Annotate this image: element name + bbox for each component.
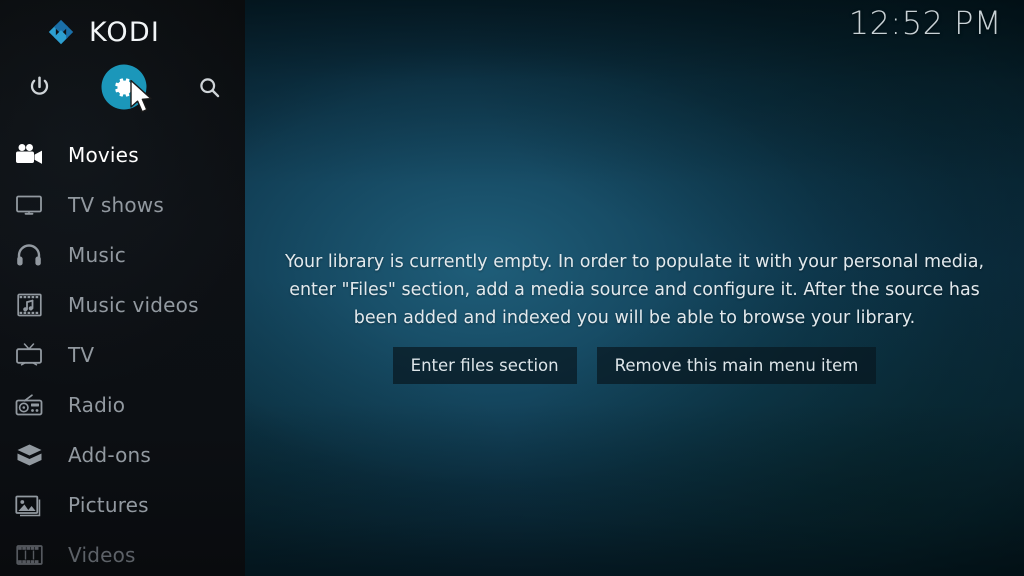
sidebar-item-movies[interactable]: Movies (0, 130, 245, 180)
sidebar-item-label: Music (68, 243, 126, 267)
sidebar-item-label: Add-ons (68, 443, 152, 467)
sidebar-item-label: Pictures (68, 493, 149, 517)
music-video-icon (12, 290, 46, 320)
empty-library-message: Your library is currently empty. In orde… (284, 252, 985, 328)
sidebar-item-label: TV shows (68, 193, 164, 217)
film-strip-icon (12, 540, 46, 570)
picture-icon (12, 490, 46, 520)
enter-files-section-button[interactable]: Enter files section (392, 347, 577, 384)
empty-library-actions: Enter files section Remove this main men… (392, 347, 877, 384)
sidebar-item-tv-shows[interactable]: TV shows (0, 180, 245, 230)
sidebar-item-radio[interactable]: Radio (0, 380, 245, 430)
sidebar-item-music[interactable]: Music (0, 230, 245, 280)
power-button[interactable] (14, 62, 64, 112)
gear-icon (112, 75, 137, 100)
remove-main-menu-item-button[interactable]: Remove this main menu item (596, 347, 877, 384)
kodi-logo-icon (46, 17, 76, 47)
sidebar-menu: Movies TV shows Music Music videos TV Ra… (0, 130, 245, 576)
search-button[interactable] (184, 62, 234, 112)
sidebar-item-label: Videos (68, 543, 136, 567)
empty-library-panel: Your library is currently empty. In orde… (245, 248, 1024, 384)
sidebar: KODI Movies TV shows Music Music videos … (0, 0, 245, 576)
main-content: Your library is currently empty. In orde… (245, 0, 1024, 576)
sidebar-item-label: Movies (68, 143, 139, 167)
sidebar-item-videos[interactable]: Videos (0, 530, 245, 576)
top-action-row (0, 62, 245, 114)
brand-name: KODI (89, 16, 161, 48)
sidebar-item-add-ons[interactable]: Add-ons (0, 430, 245, 480)
headphones-icon (12, 240, 46, 270)
addons-box-icon (12, 440, 46, 470)
sidebar-item-pictures[interactable]: Pictures (0, 480, 245, 530)
sidebar-item-music-videos[interactable]: Music videos (0, 280, 245, 330)
tv-monitor-icon (12, 190, 46, 220)
brand: KODI (46, 12, 160, 52)
sidebar-item-label: Music videos (68, 293, 199, 317)
tv-antenna-icon (12, 340, 46, 370)
sidebar-item-label: TV (68, 343, 95, 367)
power-icon (27, 75, 52, 100)
radio-icon (12, 390, 46, 420)
sidebar-item-label: Radio (68, 393, 126, 417)
settings-button[interactable] (99, 62, 149, 112)
movie-camera-icon (12, 140, 46, 170)
search-icon (197, 75, 222, 100)
sidebar-item-tv[interactable]: TV (0, 330, 245, 380)
kodi-home-screen: 12:52 PM KODI Movies TV shows Music Musi… (0, 0, 1024, 576)
